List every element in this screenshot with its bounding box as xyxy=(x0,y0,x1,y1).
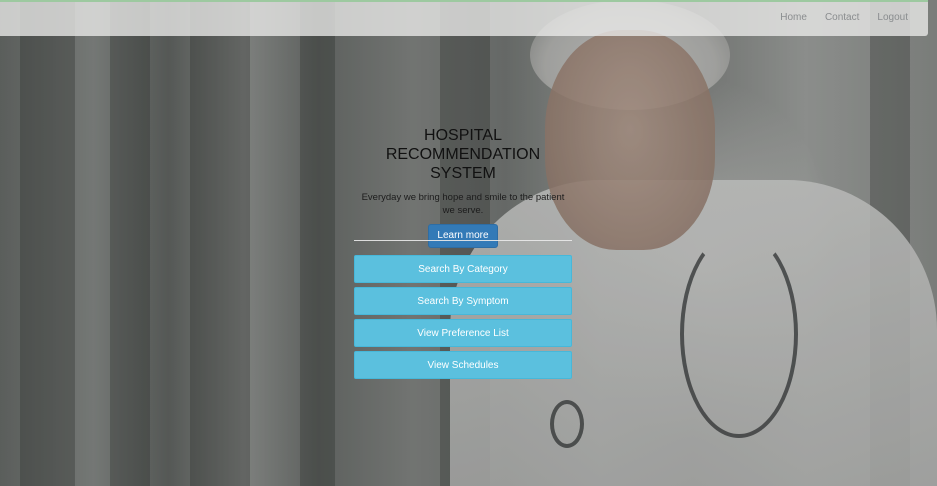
nav-link-home[interactable]: Home xyxy=(780,12,807,23)
title-line-2: RECOMMENDATION SYSTEM xyxy=(385,146,541,182)
title-line-1: HOSPITAL xyxy=(424,127,502,144)
hero-section: HOSPITAL RECOMMENDATION SYSTEM Everyday … xyxy=(354,126,572,248)
view-schedules-button[interactable]: View Schedules xyxy=(354,351,572,379)
top-navbar: Home Contact Logout xyxy=(0,0,928,36)
page: Home Contact Logout HOSPITAL RECOMMENDAT… xyxy=(0,0,937,486)
nav-link-contact[interactable]: Contact xyxy=(825,12,859,23)
divider xyxy=(354,240,572,241)
search-by-symptom-button[interactable]: Search By Symptom xyxy=(354,287,572,315)
page-title: HOSPITAL RECOMMENDATION SYSTEM xyxy=(354,126,572,183)
view-preference-list-button[interactable]: View Preference List xyxy=(354,319,572,347)
hero-subtitle: Everyday we bring hope and smile to the … xyxy=(361,192,565,216)
search-by-category-button[interactable]: Search By Category xyxy=(354,255,572,283)
nav-links: Home Contact Logout xyxy=(780,12,908,23)
learn-more-button[interactable]: Learn more xyxy=(428,224,498,248)
nav-link-logout[interactable]: Logout xyxy=(877,12,908,23)
